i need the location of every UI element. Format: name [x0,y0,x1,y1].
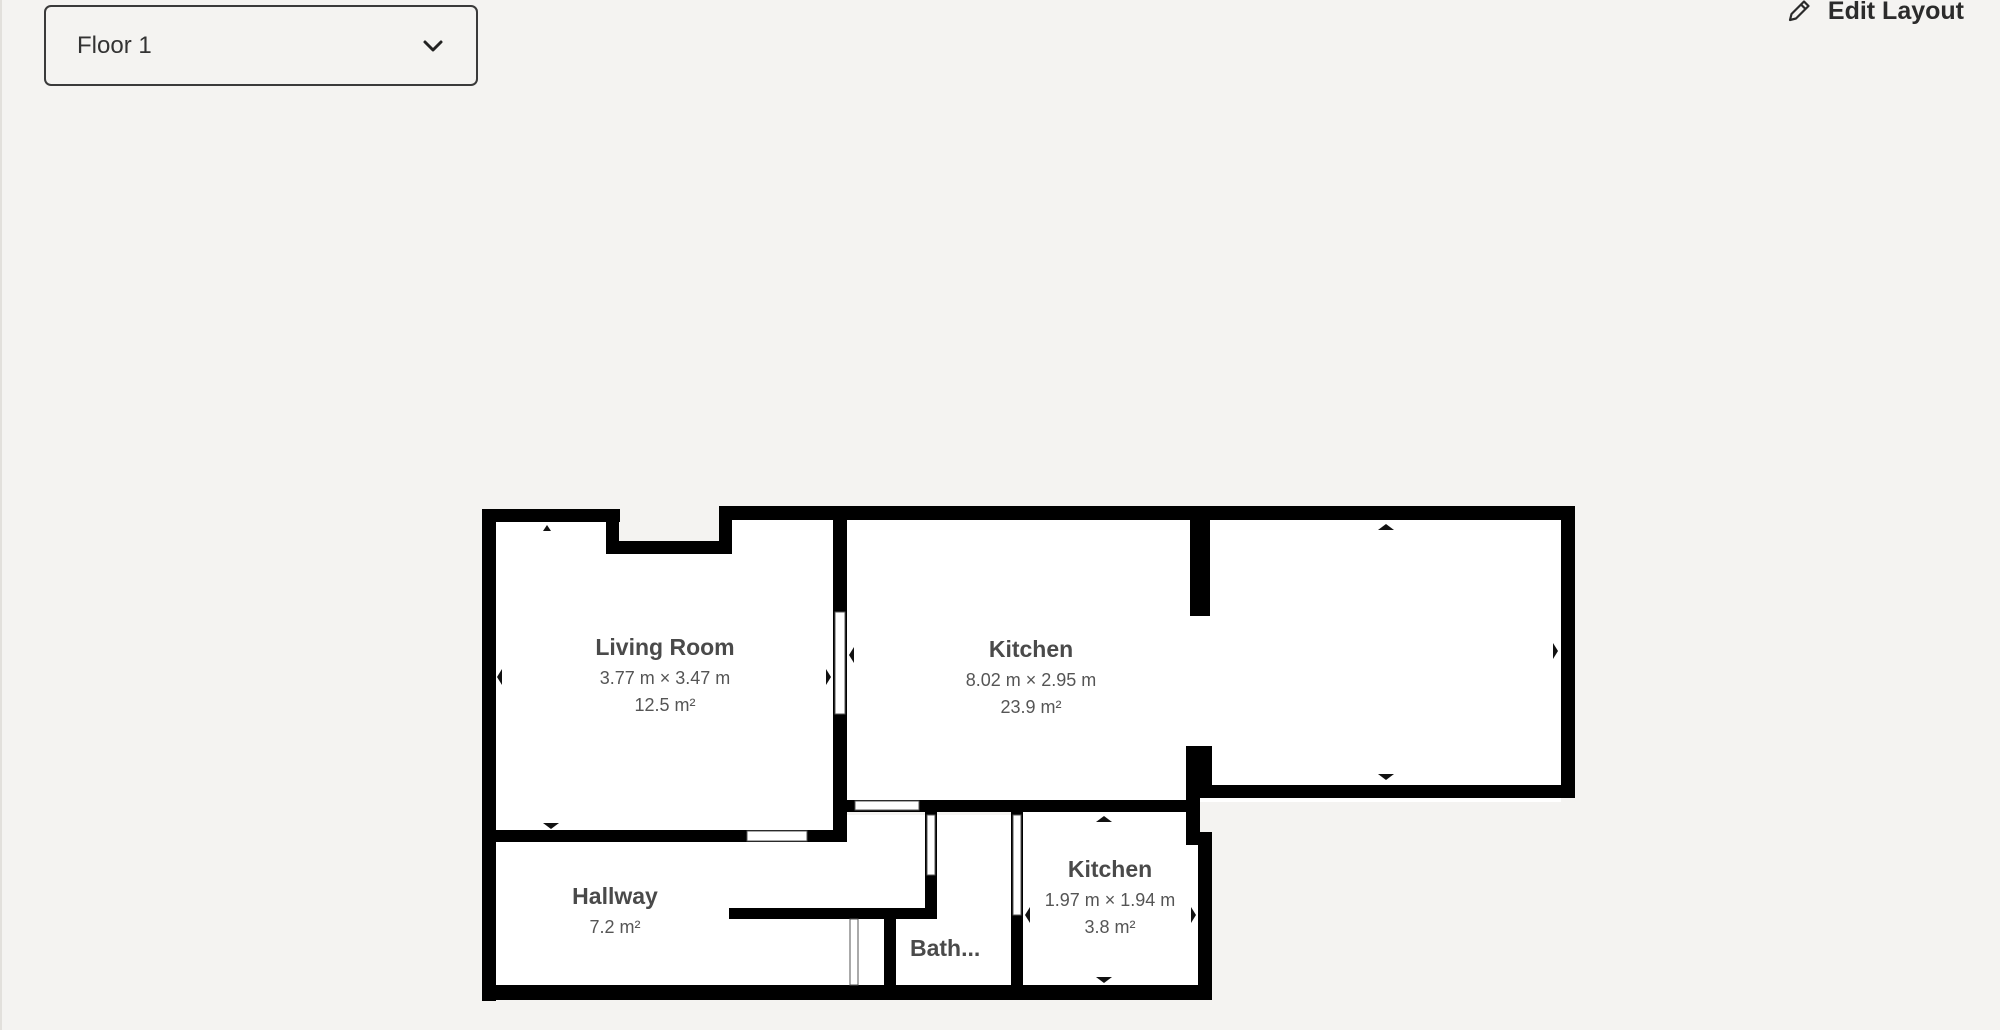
door-bath-kitchen[interactable] [1012,814,1022,916]
kitchen-main-name: Kitchen [989,636,1073,662]
door-hallway-right[interactable] [926,814,936,876]
door-hallway-bath[interactable] [849,918,859,986]
living-room-dimensions: 3.77 m × 3.47 m [600,668,731,688]
door-living-kitchen[interactable] [834,611,846,715]
living-room-name: Living Room [595,634,734,660]
door-kitchen-hallway[interactable] [854,800,920,811]
kitchen-main-dimensions: 8.02 m × 2.95 m [966,670,1097,690]
living-room-area-label: 12.5 m² [634,695,695,715]
hallway-name: Hallway [572,883,658,909]
kitchen-main-area-label: 23.9 m² [1000,697,1061,717]
hallway-area-label: 7.2 m² [589,917,640,937]
floor-plan-app: Floor 1 Edit Layout Living Room 3.77 m ×… [0,0,2000,1030]
bathroom-name: Bath... [910,935,980,961]
floor-plan: Living Room 3.77 m × 3.47 m 12.5 m² Kitc… [482,506,1575,1001]
kitchen-small-dimensions: 1.97 m × 1.94 m [1045,890,1176,910]
door-living-hallway[interactable] [746,830,808,842]
kitchen-small-name: Kitchen [1068,856,1152,882]
kitchen-small-area-label: 3.8 m² [1084,917,1135,937]
